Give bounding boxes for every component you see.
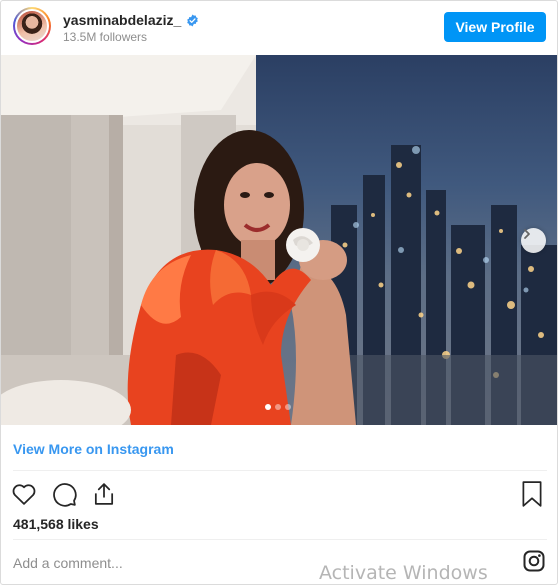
avatar[interactable] [13,7,51,45]
instagram-icon[interactable] [522,549,546,573]
verified-badge-icon [187,14,199,26]
carousel-dot [285,404,291,410]
avatar-border [15,9,49,43]
post-header: yasminabdelaziz_ 13.5M followers View Pr… [1,1,557,55]
like-count: 481,568 likes [13,516,99,532]
bookmark-icon[interactable] [519,480,545,508]
comment-icon[interactable] [50,480,78,508]
chevron-right-icon [524,229,530,239]
photo-scene [1,55,557,425]
instagram-embed-card: yasminabdelaziz_ 13.5M followers View Pr… [0,0,558,585]
carousel-next-button[interactable] [521,228,546,253]
action-bar [10,480,118,508]
view-profile-button[interactable]: View Profile [444,12,546,42]
post-photo[interactable] [1,55,557,425]
username-link[interactable]: yasminabdelaziz_ [63,12,181,28]
activate-windows-watermark: Activate Windows [319,562,488,584]
divider [13,470,547,471]
carousel-dot [275,404,281,410]
follower-count: 13.5M followers [63,30,148,44]
carousel-dot [265,404,271,410]
avatar-image [17,11,47,41]
divider [13,539,547,540]
view-more-link[interactable]: View More on Instagram [13,441,174,457]
share-icon[interactable] [90,480,118,508]
username-row: yasminabdelaziz_ [63,12,199,28]
heart-icon[interactable] [10,480,38,508]
carousel-indicator [265,404,291,410]
